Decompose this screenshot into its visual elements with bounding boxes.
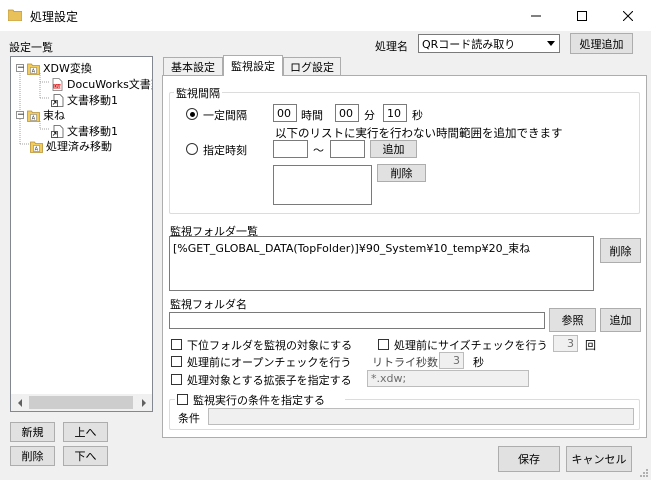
process-name-label: 処理名: [375, 40, 408, 53]
maximize-button[interactable]: [559, 0, 605, 31]
svg-text:A: A: [32, 68, 36, 74]
tree-node-label: 文書移動1: [67, 94, 118, 107]
tree-node-bundle[interactable]: − A 束ね: [16, 107, 65, 123]
tree-node-label: 束ね: [43, 109, 65, 122]
minutes-field[interactable]: 00: [335, 104, 359, 122]
scroll-left-button[interactable]: [11, 394, 28, 411]
extension-field[interactable]: *.xdw;: [367, 370, 529, 387]
condition-label: 条件: [178, 412, 200, 425]
scrollbar-thumb[interactable]: [29, 396, 133, 409]
add-folder-button[interactable]: 追加: [600, 308, 641, 332]
size-check-count-field[interactable]: 3: [553, 335, 578, 352]
tab-basic-settings[interactable]: 基本設定: [163, 57, 223, 75]
svg-text:A: A: [35, 146, 39, 152]
tree-node-move1-b[interactable]: 文書移動1: [51, 123, 118, 139]
size-check-checkbox[interactable]: [378, 339, 389, 350]
seconds-unit: 秒: [412, 109, 423, 122]
hours-unit: 時間: [301, 109, 323, 122]
minimize-button[interactable]: [513, 0, 559, 31]
folder-list-item[interactable]: [%GET_GLOBAL_DATA(TopFolder)]¥90_System¥…: [173, 240, 530, 256]
excluded-time-list[interactable]: [273, 165, 372, 205]
hours-field[interactable]: 00: [273, 104, 297, 122]
size-check-label: 処理前にサイズチェックを行う: [394, 339, 548, 352]
collapse-icon[interactable]: −: [16, 111, 25, 120]
close-button[interactable]: [605, 0, 651, 31]
condition-checkbox[interactable]: [177, 394, 188, 405]
folder-icon: A: [27, 110, 40, 122]
process-name-value: QRコード読み取り: [422, 37, 516, 51]
tab-monitor-settings[interactable]: 監視設定: [223, 55, 283, 76]
close-icon: [623, 10, 633, 21]
add-process-button[interactable]: 処理追加: [570, 33, 633, 54]
add-time-range-button[interactable]: 追加: [370, 140, 417, 158]
specified-time-radio[interactable]: [186, 143, 198, 155]
condition-field[interactable]: [208, 408, 634, 425]
interval-group-title: 監視間隔: [174, 85, 222, 101]
specified-time-label: 指定時刻: [203, 144, 247, 157]
tree-node-label: DocuWorks文書変換: [67, 78, 152, 91]
retry-seconds-unit: 秒: [473, 356, 484, 369]
delete-button[interactable]: 削除: [10, 446, 55, 466]
extension-label: 処理対象とする拡張子を指定する: [187, 374, 352, 387]
tilde-separator: 〜: [313, 144, 324, 157]
save-button[interactable]: 保存: [498, 446, 560, 472]
docuworks-icon: DW: [52, 77, 63, 91]
scroll-right-button[interactable]: [135, 394, 152, 411]
exclusion-note: 以下のリストに実行を行わない時間範囲を追加できます: [275, 126, 563, 140]
folder-icon: A: [30, 141, 43, 153]
document-move-icon: [51, 124, 64, 138]
size-check-unit: 回: [585, 339, 596, 352]
settings-list-label: 設定一覧: [9, 41, 53, 54]
folder-icon: A: [27, 63, 40, 75]
seconds-field[interactable]: 10: [383, 104, 407, 122]
open-check-checkbox[interactable]: [171, 356, 182, 367]
time-from-field[interactable]: [273, 140, 308, 158]
open-check-label: 処理前にオープンチェックを行う: [187, 356, 352, 369]
horizontal-scrollbar[interactable]: [11, 394, 152, 411]
retry-seconds-label: リトライ秒数: [372, 356, 438, 369]
chevron-down-icon: [547, 41, 555, 46]
move-down-button[interactable]: 下へ: [63, 446, 108, 466]
document-move-icon: [51, 93, 64, 107]
delete-folder-button[interactable]: 削除: [600, 238, 641, 263]
extension-checkbox[interactable]: [171, 374, 182, 385]
minutes-unit: 分: [364, 109, 375, 122]
subfolders-checkbox[interactable]: [171, 339, 182, 350]
condition-group-title: 監視実行の条件を指定する: [193, 394, 325, 407]
cancel-button[interactable]: キャンセル: [566, 446, 632, 472]
fixed-interval-radio[interactable]: [186, 108, 198, 120]
tree-node-xdw[interactable]: − A XDW変換: [16, 60, 92, 76]
minimize-icon: [531, 15, 541, 16]
tab-log-settings[interactable]: ログ設定: [283, 57, 341, 75]
browse-button[interactable]: 参照: [549, 308, 596, 332]
fixed-interval-label: 一定間隔: [203, 109, 247, 122]
folder-name-field[interactable]: [169, 312, 545, 329]
move-up-button[interactable]: 上へ: [63, 422, 108, 442]
new-button[interactable]: 新規: [10, 422, 55, 442]
folder-list[interactable]: [%GET_GLOBAL_DATA(TopFolder)]¥90_System¥…: [169, 236, 594, 291]
delete-time-range-button[interactable]: 削除: [377, 164, 426, 182]
resize-grip-icon[interactable]: [638, 467, 649, 478]
time-to-field[interactable]: [330, 140, 365, 158]
tree-node-label: 文書移動1: [67, 125, 118, 138]
app-icon: [8, 9, 22, 21]
tree-node-label: XDW変換: [43, 62, 92, 75]
collapse-icon[interactable]: −: [16, 64, 25, 73]
retry-seconds-field[interactable]: 3: [439, 352, 464, 369]
tree-node-move1[interactable]: 文書移動1: [51, 92, 118, 108]
tree-node-processed-move[interactable]: A 処理済み移動: [30, 138, 112, 154]
process-name-select[interactable]: QRコード読み取り: [418, 34, 560, 53]
maximize-icon: [577, 10, 587, 21]
arrow-right-icon: [141, 398, 146, 407]
arrow-left-icon: [17, 398, 22, 407]
window-title: 処理設定: [30, 10, 79, 24]
svg-text:A: A: [32, 115, 36, 121]
title-bar: 処理設定: [0, 0, 651, 31]
svg-text:DW: DW: [54, 83, 61, 88]
tree-node-docuworks[interactable]: DW DocuWorks文書変換: [51, 76, 152, 92]
subfolders-label: 下位フォルダを監視の対象にする: [187, 339, 353, 352]
folder-name-label: 監視フォルダ名: [170, 298, 247, 311]
settings-tree[interactable]: − A XDW変換 DW DocuWorks文書変換 文書移動1 − A 束ね: [10, 56, 153, 412]
tree-node-label: 処理済み移動: [46, 140, 112, 153]
